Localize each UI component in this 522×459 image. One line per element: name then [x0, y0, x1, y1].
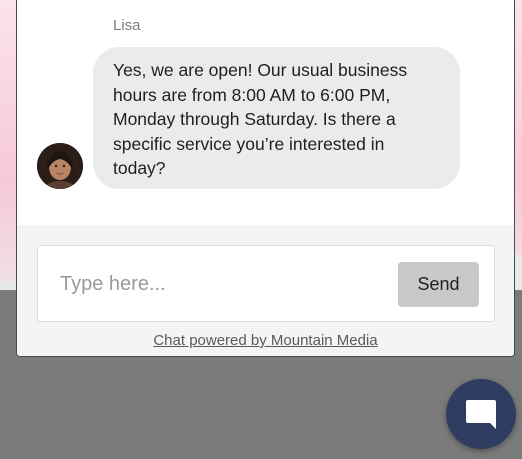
agent-avatar: [37, 143, 83, 189]
chat-panel: Lisa Yes, we are open! Our usual busines…: [16, 0, 515, 357]
powered-by-link[interactable]: Chat powered by Mountain Media: [17, 332, 514, 349]
message-line: today?: [113, 158, 166, 178]
chat-launcher-button[interactable]: [446, 379, 516, 449]
sender-name: Lisa: [113, 17, 141, 34]
composer: Send Chat powered by Mountain Media: [17, 225, 514, 356]
avatar-icon: [37, 143, 83, 189]
send-button[interactable]: Send: [398, 262, 479, 307]
chat-bubble-icon: [466, 400, 496, 429]
message-list: Lisa Yes, we are open! Our usual busines…: [17, 0, 514, 225]
message-line: specific service you’re interested in: [113, 133, 385, 154]
message-input[interactable]: [58, 266, 392, 302]
message-line: hours are from 8:00 AM to 6:00 PM,: [113, 84, 391, 105]
message-line: Monday through Saturday. Is there a: [113, 109, 396, 129]
message-input-box: Send: [37, 245, 495, 322]
agent-message-bubble: Yes, we are open! Our usual business hou…: [93, 47, 460, 189]
message-line: Yes, we are open! Our usual business: [113, 60, 408, 80]
